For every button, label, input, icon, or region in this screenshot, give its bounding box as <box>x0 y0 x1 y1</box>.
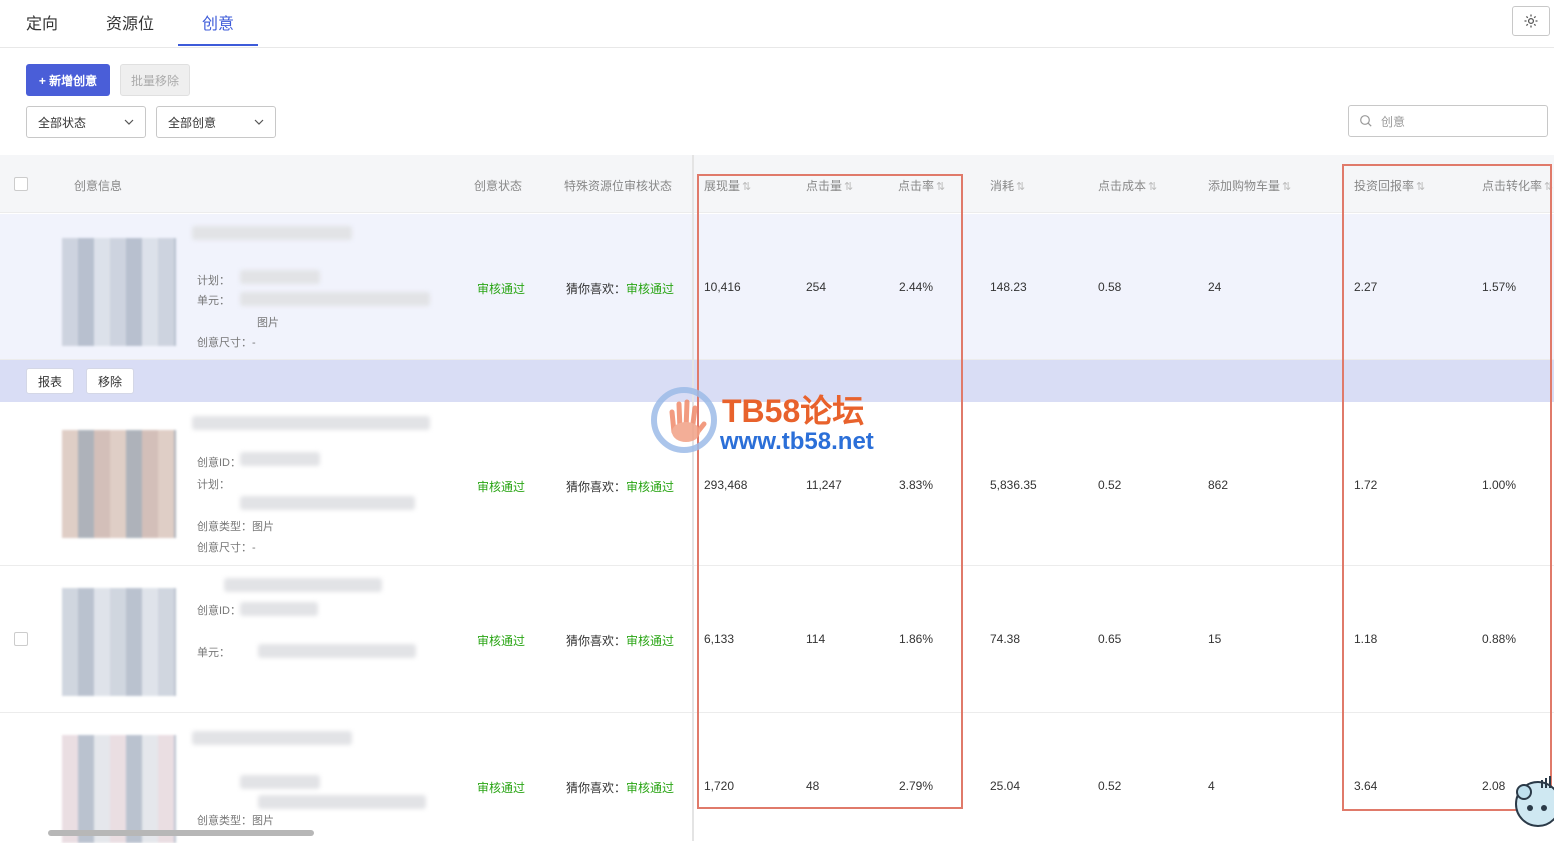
type-label: 创意类型：图片 <box>197 521 274 533</box>
size-label: 创意尺寸：- <box>197 337 256 349</box>
blurred-title <box>192 226 352 240</box>
hand-logo-icon <box>651 387 717 453</box>
search-input[interactable]: 创意 <box>1348 105 1548 137</box>
special-status: 猜你喜欢：审核通过 <box>566 781 675 795</box>
creative-thumbnail[interactable] <box>62 735 176 843</box>
creative-id-label: 创意ID： <box>197 457 241 469</box>
frozen-column-divider <box>692 155 694 841</box>
annotation-box-impressions-clicks-ctr <box>697 174 963 809</box>
col-creative-info: 创意信息 <box>74 179 123 193</box>
cost-value: 25.04 <box>990 779 1021 793</box>
plan-label: 计划： <box>197 479 230 491</box>
chevron-down-icon <box>124 119 134 125</box>
special-status: 猜你喜欢：审核通过 <box>566 282 675 296</box>
plan-label: 计划： <box>197 275 230 287</box>
blurred-title <box>224 578 382 592</box>
blurred-text <box>258 795 426 809</box>
remove-button[interactable]: 移除 <box>86 368 135 394</box>
col-add-to-cart[interactable]: 添加购物车量 ⇅ <box>1208 177 1291 194</box>
size-label: 创意尺寸：- <box>197 542 256 554</box>
unit-label: 单元： <box>197 647 230 659</box>
blurred-text <box>258 644 416 658</box>
active-tab-indicator <box>178 44 258 46</box>
cost-value: 74.38 <box>990 632 1021 646</box>
blurred-text <box>240 292 430 306</box>
horizontal-scrollbar[interactable] <box>48 830 314 836</box>
row-checkbox[interactable] <box>14 632 28 646</box>
gear-icon <box>1524 14 1538 28</box>
col-status: 创意状态 <box>474 179 523 193</box>
cpc-value: 0.65 <box>1098 632 1122 646</box>
creative-filter-select[interactable]: 全部创意 <box>156 106 276 138</box>
sort-icon: ⇅ <box>1282 181 1292 193</box>
col-cost[interactable]: 消耗 ⇅ <box>990 177 1025 194</box>
annotation-box-roi-cvr <box>1342 164 1552 811</box>
tab-targeting[interactable]: 定向 <box>26 10 58 34</box>
status-filter-value: 全部状态 <box>38 115 87 130</box>
watermark-url: www.tb58.net <box>720 428 874 455</box>
status-badge: 审核通过 <box>477 781 526 795</box>
cart-value: 4 <box>1208 779 1215 793</box>
type-label: 创意类型：图片 <box>197 815 274 827</box>
unit-label: 单元： <box>197 295 230 307</box>
status-badge: 审核通过 <box>477 282 526 296</box>
cart-value: 15 <box>1208 632 1222 646</box>
cart-value: 862 <box>1208 478 1229 492</box>
blurred-text <box>240 496 415 510</box>
top-tab-bar: 定向 资源位 创意 <box>0 0 1554 48</box>
search-placeholder: 创意 <box>1381 114 1406 129</box>
cpc-value: 0.52 <box>1098 779 1122 793</box>
blurred-text <box>240 452 320 466</box>
col-special-status: 特殊资源位审核状态 <box>564 179 673 193</box>
select-all-checkbox[interactable] <box>14 177 28 191</box>
search-icon <box>1360 115 1372 127</box>
tab-resource[interactable]: 资源位 <box>106 10 154 34</box>
blurred-text <box>240 775 320 789</box>
tab-creative[interactable]: 创意 <box>202 10 234 34</box>
blurred-text <box>240 270 320 284</box>
col-cpc[interactable]: 点击成本 ⇅ <box>1098 177 1157 194</box>
sort-icon: ⇅ <box>1148 181 1158 193</box>
cost-value: 148.23 <box>990 280 1027 294</box>
sort-icon: ⇅ <box>1016 181 1026 193</box>
creative-thumbnail[interactable] <box>62 430 176 538</box>
creative-thumbnail[interactable] <box>62 588 176 696</box>
status-badge: 审核通过 <box>477 634 526 648</box>
batch-remove-button[interactable]: 批量移除 <box>120 64 190 96</box>
status-filter-select[interactable]: 全部状态 <box>26 106 146 138</box>
cpc-value: 0.58 <box>1098 280 1122 294</box>
status-badge: 审核通过 <box>477 480 526 494</box>
creative-filter-value: 全部创意 <box>168 115 217 130</box>
watermark-title: TB58论坛 <box>722 393 865 429</box>
type-fragment: 图片 <box>257 317 279 329</box>
creative-thumbnail[interactable] <box>62 238 176 346</box>
settings-button[interactable] <box>1512 6 1550 36</box>
blurred-text <box>240 602 318 616</box>
creative-id-label: 创意ID： <box>197 605 241 617</box>
report-button[interactable]: 报表 <box>26 368 75 394</box>
special-status: 猜你喜欢：审核通过 <box>566 480 675 494</box>
special-status: 猜你喜欢：审核通过 <box>566 634 675 648</box>
cart-value: 24 <box>1208 280 1222 294</box>
cost-value: 5,836.35 <box>990 478 1037 492</box>
blurred-title <box>192 731 352 745</box>
cpc-value: 0.52 <box>1098 478 1122 492</box>
add-creative-button[interactable]: + 新增创意 <box>26 64 110 96</box>
chevron-down-icon <box>254 119 264 125</box>
mascot-icon[interactable] <box>1508 770 1554 836</box>
blurred-title <box>192 416 430 430</box>
